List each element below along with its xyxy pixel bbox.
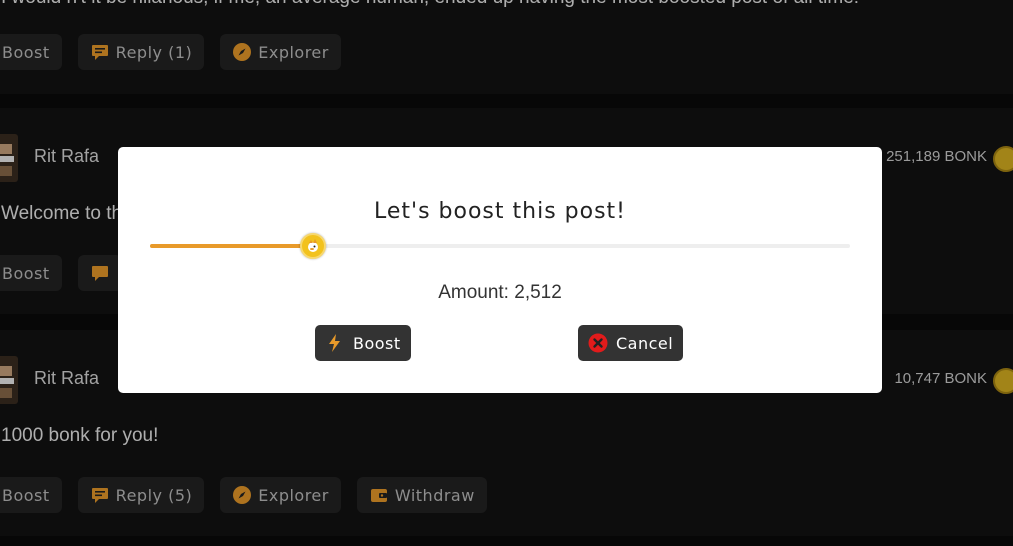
amount-value: 2,512	[514, 282, 562, 303]
bonk-dog-icon	[308, 239, 319, 252]
close-circle-icon	[588, 333, 608, 353]
boost-amount-slider[interactable]	[150, 233, 850, 259]
slider-thumb[interactable]	[300, 233, 327, 259]
boost-button-label: Boost	[353, 333, 401, 353]
slider-fill	[150, 244, 314, 248]
amount-display: Amount: 2,512	[118, 282, 882, 304]
boost-modal: Let's boost this post! Amount: 2,512 Boo…	[118, 147, 882, 393]
feed-page: I would n't it be hilarious, if me, an a…	[0, 0, 1013, 546]
confirm-boost-button[interactable]: Boost	[315, 325, 411, 361]
cancel-button-label: Cancel	[616, 333, 674, 353]
lightning-icon	[329, 334, 340, 352]
modal-title: Let's boost this post!	[374, 199, 626, 224]
amount-label: Amount:	[438, 282, 509, 303]
cancel-button[interactable]: Cancel	[578, 325, 684, 361]
